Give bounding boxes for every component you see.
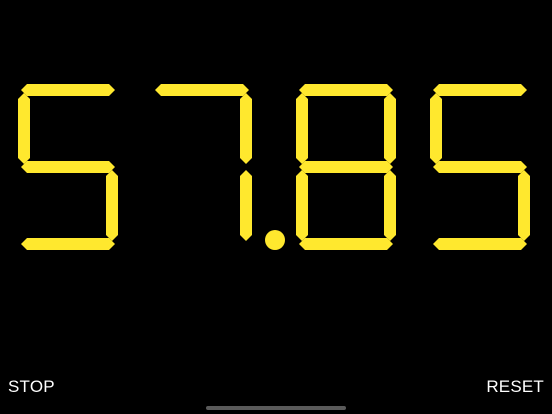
digit-4 <box>430 84 530 250</box>
segment-top <box>21 84 115 96</box>
digit-1 <box>18 84 118 250</box>
segment-middle <box>433 161 527 173</box>
segment-middle <box>299 161 393 173</box>
segment-middle <box>21 161 115 173</box>
segment-top <box>299 84 393 96</box>
segment-upper-right <box>384 93 396 164</box>
segment-lower-right <box>240 170 252 241</box>
decimal-point <box>265 230 285 250</box>
stopwatch-screen: STOP RESET <box>0 0 552 414</box>
segment-bottom <box>433 238 527 250</box>
segment-upper-right <box>240 93 252 164</box>
segment-lower-right <box>106 170 118 241</box>
segment-bottom <box>21 238 115 250</box>
home-indicator[interactable] <box>206 406 346 410</box>
segment-upper-left <box>430 93 442 164</box>
segment-bottom <box>299 238 393 250</box>
digit-3 <box>296 84 396 250</box>
digit-2 <box>155 84 252 241</box>
segment-top <box>433 84 527 96</box>
segment-top <box>155 84 249 96</box>
segment-upper-left <box>18 93 30 164</box>
stop-button[interactable]: STOP <box>8 376 55 398</box>
segment-lower-left <box>296 170 308 241</box>
seven-segment-display <box>18 84 530 250</box>
segment-lower-right <box>518 170 530 241</box>
reset-button[interactable]: RESET <box>486 376 544 398</box>
segment-lower-right <box>384 170 396 241</box>
segment-upper-left <box>296 93 308 164</box>
